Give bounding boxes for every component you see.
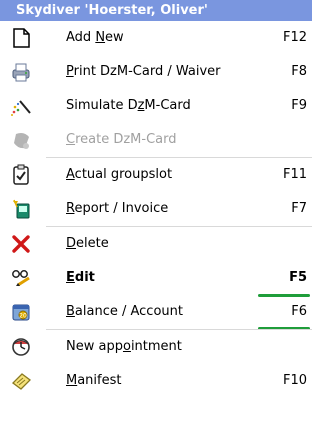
menu-item-label: Create DzM-Card xyxy=(66,132,177,147)
menu-header-title: Skydiver 'Hoerster, Oliver' xyxy=(16,3,208,18)
menu-item-edit[interactable]: Edit F5 xyxy=(0,261,312,295)
appointment-icon xyxy=(10,336,32,358)
menu-header: Skydiver 'Hoerster, Oliver' xyxy=(0,0,312,21)
shortcut-label: F10 xyxy=(282,373,307,388)
menu-item-manifest[interactable]: Manifest F10 xyxy=(0,364,312,398)
menu-item-label: Balance / Account xyxy=(66,304,183,319)
shortcut-label: F6 xyxy=(291,304,307,319)
menu-item-label: Report / Invoice xyxy=(66,201,169,216)
checklist-icon xyxy=(10,164,32,186)
menu-item-label: Manifest xyxy=(66,373,122,388)
menu-item-new-appointment[interactable]: New appointment xyxy=(0,330,312,364)
menu-item-report-invoice[interactable]: Report / Invoice F7 xyxy=(0,192,312,226)
menu-item-delete[interactable]: Delete xyxy=(0,227,312,261)
magic-wand-icon xyxy=(10,95,32,117)
menu-item-label: Add New xyxy=(66,30,124,45)
report-icon xyxy=(10,198,32,220)
menu-item-label: Actual groupslot xyxy=(66,167,173,182)
calendar-balance-icon: 20 xyxy=(10,301,32,323)
delete-x-icon xyxy=(10,233,32,255)
shortcut-label: F8 xyxy=(291,64,307,79)
menu-item-label: Simulate DzM-Card xyxy=(66,98,191,113)
card-icon xyxy=(10,129,32,151)
menu-item-label: New appointment xyxy=(66,339,182,354)
shortcut-label: F9 xyxy=(291,98,307,113)
shortcut-label: F5 xyxy=(289,270,307,285)
shortcut-label: F12 xyxy=(282,30,307,45)
menu-item-label: Delete xyxy=(66,236,109,251)
menu-item-simulate-card[interactable]: Simulate DzM-Card F9 xyxy=(0,89,312,123)
edit-glasses-icon xyxy=(10,267,32,289)
menu-item-print-card[interactable]: Print DzM-Card / Waiver F8 xyxy=(0,55,312,89)
svg-text:20: 20 xyxy=(19,313,27,320)
context-menu: Skydiver 'Hoerster, Oliver' Add New F12 … xyxy=(0,0,312,430)
menu-item-create-card: Create DzM-Card xyxy=(0,123,312,157)
menu-item-actual-groupslot[interactable]: Actual groupslot F11 xyxy=(0,158,312,192)
menu-item-label: Edit xyxy=(66,270,95,285)
menu-item-label: Print DzM-Card / Waiver xyxy=(66,64,221,79)
shortcut-label: F11 xyxy=(282,167,307,182)
menu-item-balance-account[interactable]: 20 Balance / Account F6 xyxy=(0,295,312,329)
new-document-icon xyxy=(10,27,32,49)
shortcut-label: F7 xyxy=(291,201,307,216)
printer-icon xyxy=(10,61,32,83)
manifest-icon xyxy=(10,370,32,392)
menu-item-add-new[interactable]: Add New F12 xyxy=(0,21,312,55)
